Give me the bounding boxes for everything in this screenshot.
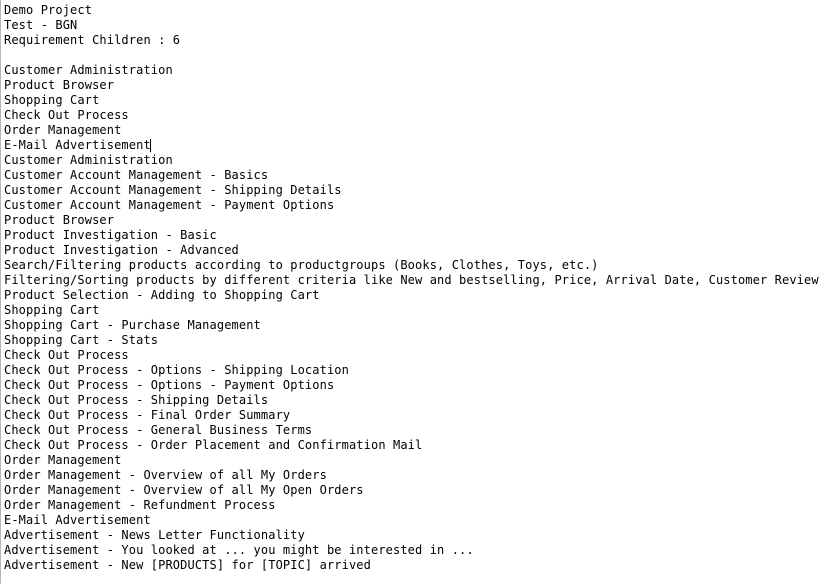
text-line: Shopping Cart - Stats xyxy=(4,333,159,347)
text-line: Customer Account Management - Payment Op… xyxy=(4,198,335,212)
text-line: Check Out Process - Final Order Summary xyxy=(4,408,291,422)
text-line: Customer Account Management - Basics xyxy=(4,168,269,182)
text-line: Product Selection - Adding to Shopping C… xyxy=(4,288,320,302)
text-line: Product Investigation - Basic xyxy=(4,228,217,242)
text-line: Check Out Process xyxy=(4,348,129,362)
text-line: E-Mail Advertisement xyxy=(4,138,152,152)
text-line: Advertisement - You looked at ... you mi… xyxy=(4,543,474,557)
text-line: Check Out Process xyxy=(4,108,129,122)
text-line: Order Management xyxy=(4,453,122,467)
text-line: Check Out Process - Options - Shipping L… xyxy=(4,363,349,377)
text-line: Check Out Process - Options - Payment Op… xyxy=(4,378,335,392)
text-line: Shopping Cart xyxy=(4,93,100,107)
text-line: Check Out Process - Order Placement and … xyxy=(4,438,423,452)
text-line: Advertisement - News Letter Functionalit… xyxy=(4,528,305,542)
text-line: Order Management - Overview of all My Op… xyxy=(4,483,364,497)
text-caret xyxy=(150,139,152,152)
text-line: Search/Filtering products according to p… xyxy=(4,258,599,272)
text-line: Demo Project xyxy=(4,3,93,17)
text-line: Order Management - Overview of all My Or… xyxy=(4,468,327,482)
text-line: Advertisement - New [PRODUCTS] for [TOPI… xyxy=(4,558,371,572)
requirement-children-text-output[interactable]: Demo Project Test - BGN Requirement Childr… xyxy=(0,0,827,584)
text-line: Shopping Cart xyxy=(4,303,100,317)
text-line: Test - BGN xyxy=(4,18,78,32)
text-line: Product Investigation - Advanced xyxy=(4,243,239,257)
text-line: Shopping Cart - Purchase Management xyxy=(4,318,261,332)
text-line: Product Browser xyxy=(4,78,115,92)
text-line: Order Management - Refundment Process xyxy=(4,498,276,512)
text-line: Check Out Process - General Business Ter… xyxy=(4,423,313,437)
text-line: Customer Administration xyxy=(4,63,173,77)
text-line: E-Mail Advertisement xyxy=(4,513,151,527)
text-line: Filtering/Sorting products by different … xyxy=(4,273,819,287)
text-line-blank xyxy=(4,48,827,63)
text-line: Product Browser xyxy=(4,213,115,227)
text-line: Requirement Children : 6 xyxy=(4,33,181,47)
text-line: Order Management xyxy=(4,123,122,137)
text-line: Check Out Process - Shipping Details xyxy=(4,393,269,407)
text-line: Customer Account Management - Shipping D… xyxy=(4,183,342,197)
text-line: Customer Administration xyxy=(4,153,173,167)
